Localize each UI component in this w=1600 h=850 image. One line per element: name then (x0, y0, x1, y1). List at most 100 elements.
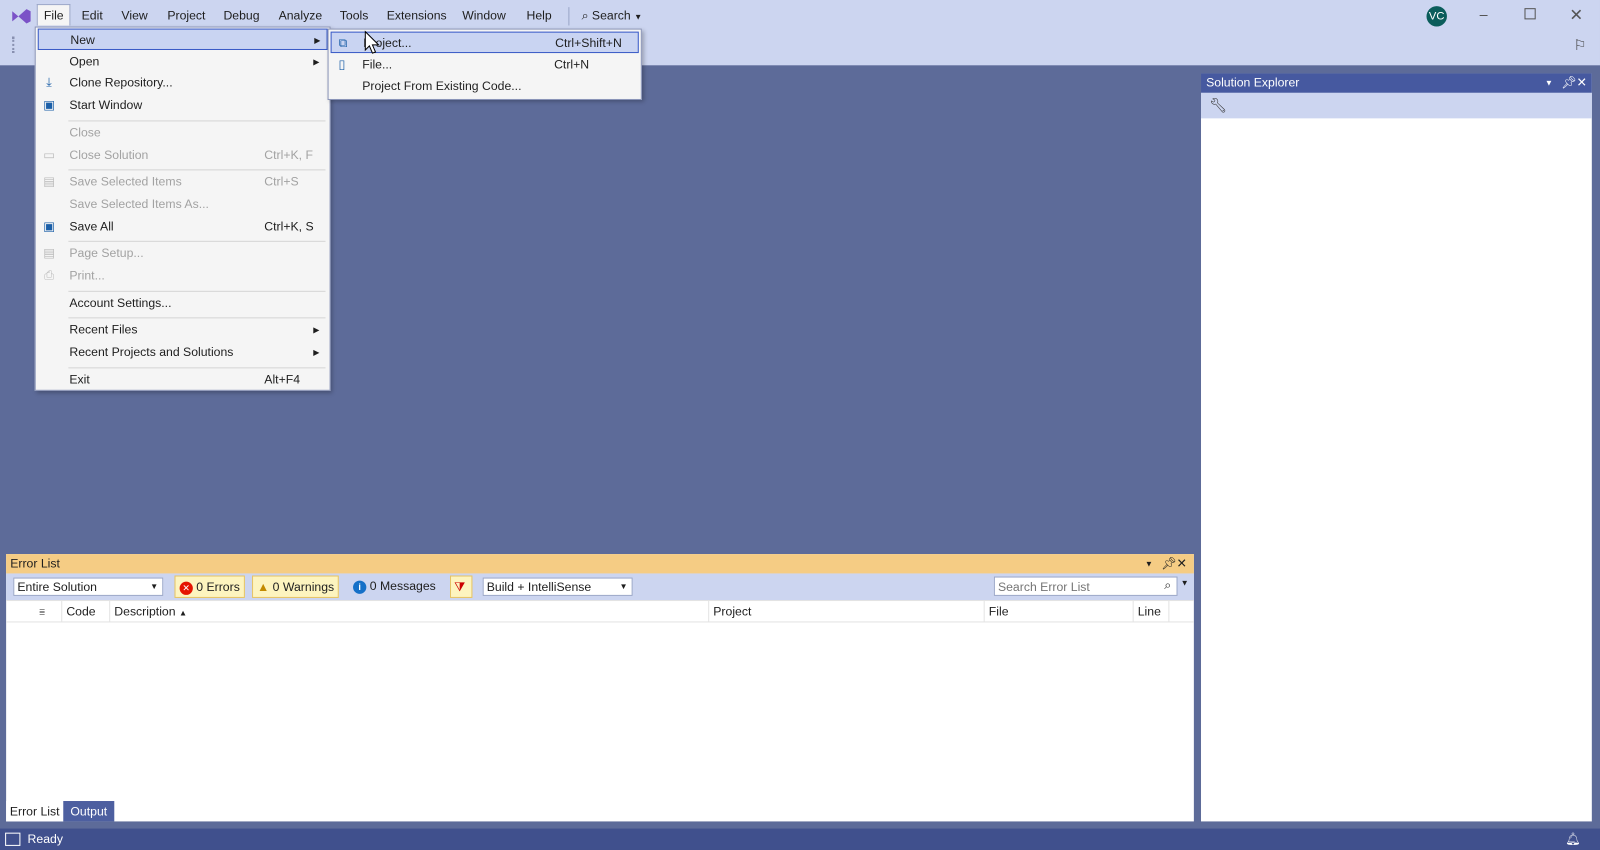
menu-item-new[interactable]: New ▶ (37, 28, 328, 50)
menu-separator (68, 290, 326, 292)
column-header-file[interactable]: File (985, 601, 1134, 623)
error-icon: ✕ (179, 581, 193, 595)
menu-item-save-all[interactable]: ▣ Save All Ctrl+K, S (38, 216, 328, 237)
new-file-icon: ▯ (338, 56, 346, 72)
warning-icon: ▲ (257, 579, 270, 594)
live-share-icon[interactable]: ⚐ (1573, 37, 1586, 54)
warnings-filter-button[interactable]: ▲ 0 Warnings (252, 575, 340, 598)
column-header-project[interactable]: Project (709, 601, 985, 623)
menu-window[interactable]: Window (456, 5, 512, 25)
avatar[interactable]: VC (1426, 6, 1447, 27)
column-header-icon[interactable]: ≣ (35, 601, 63, 623)
submenu-arrow-icon: ▶ (313, 56, 320, 67)
divider (568, 7, 570, 26)
menu-item-label: Save Selected Items As... (69, 196, 209, 212)
restore-button[interactable] (1524, 8, 1536, 20)
menu-item-label: Exit (69, 372, 90, 387)
tab-output[interactable]: Output (63, 801, 115, 822)
wrench-icon[interactable]: 🔧︎ (1209, 97, 1227, 114)
pin-icon[interactable]: 📌︎ (1561, 73, 1577, 92)
file-menu: New ▶ Open ▶ ⤓ Clone Repository... ▣ Start Wind… (34, 26, 331, 391)
menu-help[interactable]: Help (520, 5, 557, 25)
menu-item-account-settings[interactable]: Account Settings... (38, 293, 328, 314)
menu-item-label: Start Window (69, 98, 143, 113)
bell-icon[interactable]: 🔔︎ (1565, 829, 1581, 850)
notification-output-icon[interactable] (5, 832, 21, 846)
chevron-down-icon: ▼ (150, 581, 159, 591)
menu-item-recent-files[interactable]: Recent Files ▶ (38, 320, 328, 341)
menu-separator (68, 317, 326, 319)
start-window-icon: ▣ (43, 98, 55, 113)
menu-item-label: Project From Existing Code... (362, 78, 522, 94)
menu-item-label: New (70, 32, 95, 47)
submenu-arrow-icon: ▶ (314, 35, 321, 45)
column-header-description[interactable]: Description ▲ (110, 601, 710, 623)
save-all-icon: ▣ (43, 218, 55, 234)
messages-filter-button[interactable]: i 0 Messages (349, 576, 440, 598)
page-setup-icon: ▤ (43, 246, 55, 261)
dropdown-icon[interactable]: ▼ (1545, 73, 1553, 92)
dropdown-icon[interactable]: ▼ (1145, 554, 1153, 573)
errors-filter-button[interactable]: ✕ 0 Errors (174, 575, 245, 598)
menu-item-label: Open (69, 53, 100, 69)
menu-debug[interactable]: Debug (217, 5, 265, 25)
info-icon: i (353, 580, 367, 594)
close-icon[interactable]: ✕ (1177, 554, 1187, 573)
clone-repository-icon: ⤓ (46, 75, 52, 91)
menu-item-project-from-existing-code[interactable]: Project From Existing Code... (331, 76, 639, 97)
menu-item-start-window[interactable]: ▣ Start Window (38, 95, 328, 116)
solution-explorer-header: Solution Explorer ▼ 📌︎ ✕ (1201, 73, 1592, 93)
solution-explorer-panel: Solution Explorer ▼ 📌︎ ✕ 🔧︎ (1201, 73, 1592, 822)
menu-item-open[interactable]: Open ▶ (38, 51, 328, 72)
menu-extensions[interactable]: Extensions (381, 5, 453, 25)
search-error-list-input[interactable] (993, 576, 1178, 596)
menu-item-label: Account Settings... (69, 295, 172, 310)
chevron-down-icon: ▼ (619, 581, 628, 591)
column-header-code[interactable]: Code (62, 601, 111, 623)
menu-item-shortcut: Ctrl+K, F (264, 147, 313, 162)
menu-item-shortcut: Alt+F4 (264, 372, 301, 387)
column-header-line[interactable]: Line (1134, 601, 1170, 623)
menu-edit[interactable]: Edit (76, 5, 109, 25)
menu-item-label: Print... (69, 268, 105, 283)
search-label: Search (591, 8, 631, 23)
solution-explorer-toolbar: 🔧︎ (1201, 92, 1592, 119)
search-button[interactable]: ⌕ Search ▼ (582, 5, 643, 25)
menu-item-recent-projects-and-solutions[interactable]: Recent Projects and Solutions ▶ (38, 342, 328, 363)
menu-tools[interactable]: Tools (334, 5, 375, 25)
menu-item-label: Recent Projects and Solutions (69, 344, 234, 360)
menu-view[interactable]: View (115, 5, 154, 25)
scope-dropdown[interactable]: Entire Solution ▼ (13, 577, 164, 596)
close-icon[interactable]: ✕ (1577, 73, 1587, 92)
menu-item-label: Save Selected Items (69, 174, 182, 189)
menu-item-shortcut: Ctrl+K, S (264, 218, 314, 234)
minimize-button[interactable]: – (1480, 6, 1488, 22)
pin-icon[interactable]: 📌︎ (1161, 554, 1177, 573)
warnings-count: 0 Warnings (272, 579, 335, 594)
menu-separator (68, 120, 326, 122)
panel-title: Solution Explorer (1206, 75, 1300, 90)
close-button[interactable]: ✕ (1569, 5, 1583, 25)
error-list-toolbar: Entire Solution ▼ ✕ 0 Errors ▲ 0 Warnings… (6, 573, 1194, 600)
chevron-down-icon[interactable]: ▼ (1181, 579, 1189, 588)
panel-title: Error List (10, 556, 60, 571)
filter-icon[interactable]: ⧩ (449, 575, 473, 598)
search-icon[interactable]: ⌕ (1164, 578, 1171, 593)
divider (6, 621, 1194, 623)
column-label: Description (114, 604, 176, 619)
menu-item-label: Close (69, 125, 101, 140)
menu-item-close: Close (38, 122, 328, 143)
print-icon: ⎙ (44, 268, 54, 283)
menu-project[interactable]: Project (161, 5, 211, 25)
tab-error-list[interactable]: Error List (6, 801, 64, 822)
menu-item-exit[interactable]: Exit Alt+F4 (38, 369, 328, 390)
source-dropdown[interactable]: Build + IntelliSense ▼ (482, 577, 633, 596)
status-bar: Ready 🔔︎ (0, 828, 1600, 850)
save-icon: ▤ (43, 174, 55, 189)
submenu-arrow-icon: ▶ (313, 325, 320, 336)
menu-file[interactable]: File (36, 4, 71, 26)
menu-analyze[interactable]: Analyze (272, 5, 328, 25)
toolbar-grip[interactable] (12, 36, 17, 54)
menu-item-page-setup: ▤ Page Setup... (38, 243, 328, 264)
menu-item-clone-repository[interactable]: ⤓ Clone Repository... (38, 73, 328, 94)
